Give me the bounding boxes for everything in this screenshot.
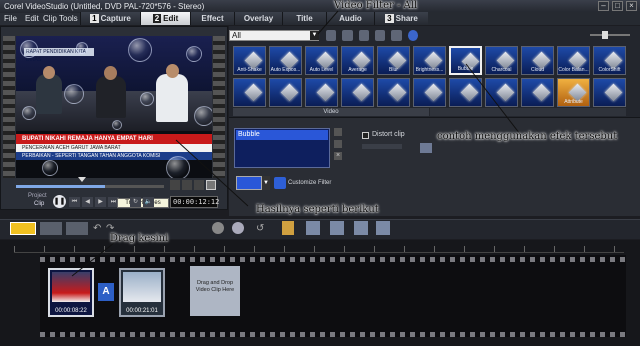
annotation-arrows (71, 10, 521, 277)
annotation-effect-example: contoh menggunakan efek tersebut (437, 131, 618, 142)
arrow-drag-here (71, 242, 115, 277)
annotation-result: Hasilnya seperti berikut (256, 204, 379, 215)
arrow-result (175, 139, 249, 207)
arrow-video-filter (317, 10, 339, 35)
annotation-drag-here: Drag kesini (110, 233, 169, 244)
annotation-video-filter: Video Filter - All (334, 0, 418, 11)
arrow-effect-example (465, 63, 521, 135)
